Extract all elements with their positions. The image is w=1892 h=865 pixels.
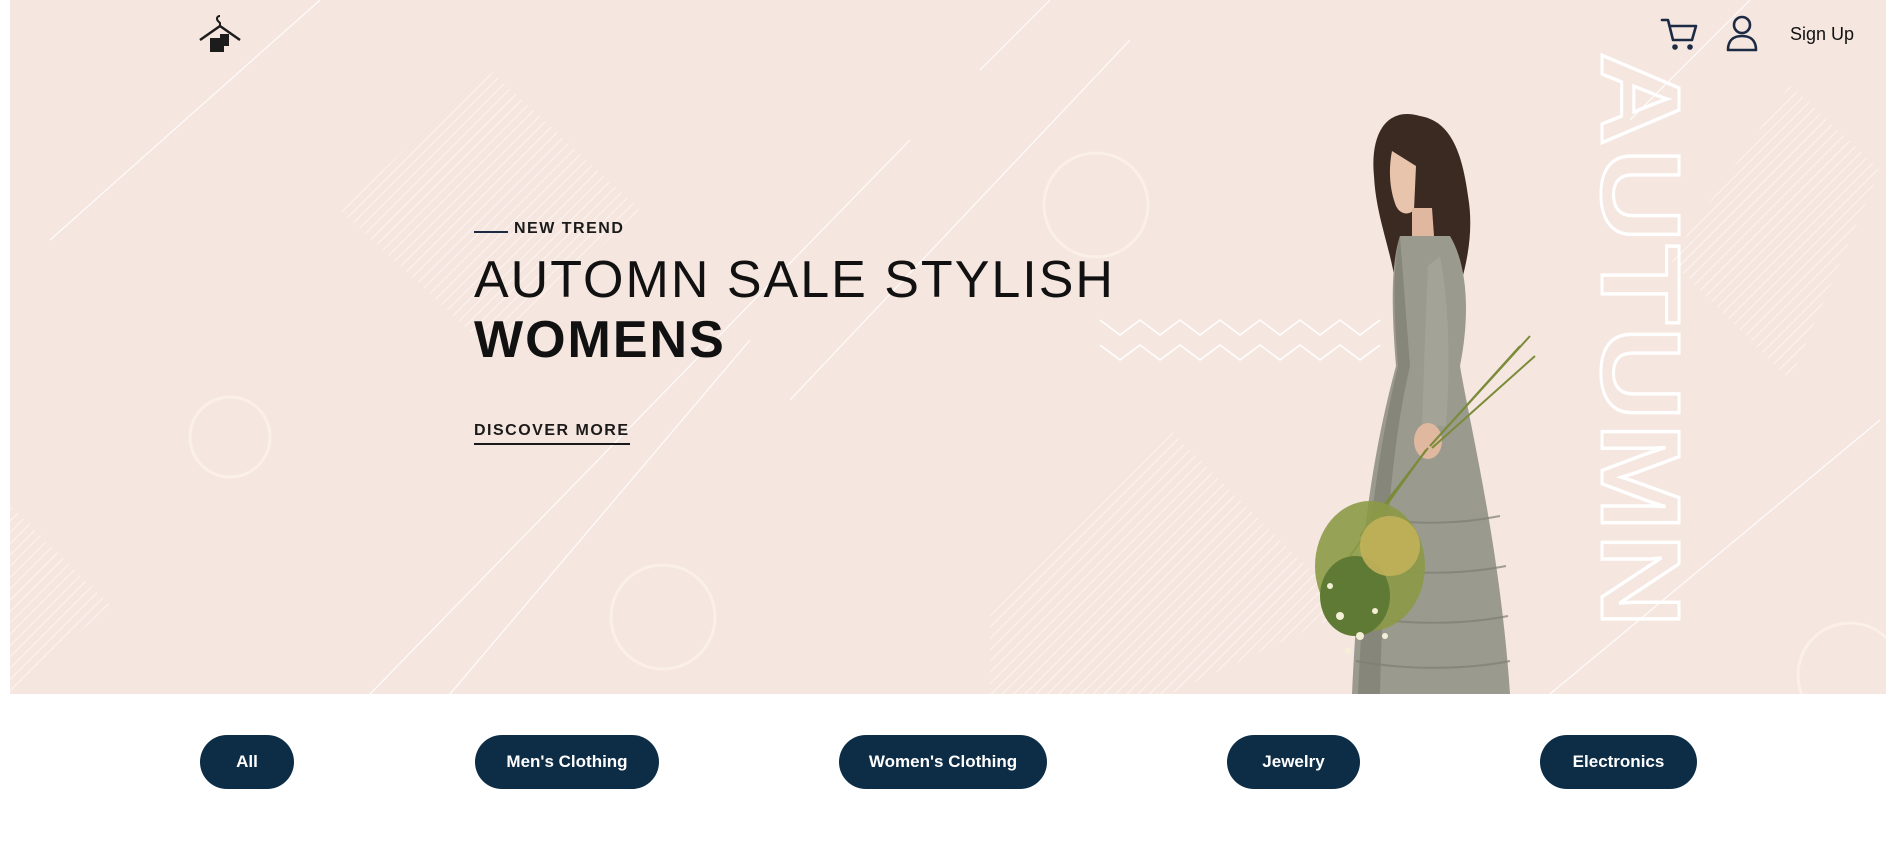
discover-more-link[interactable]: DISCOVER MORE (474, 422, 630, 445)
autumn-watermark: AUTUMN (1577, 52, 1691, 632)
category-button-jewelry[interactable]: Jewelry (1227, 735, 1360, 789)
model-image (1315, 114, 1536, 694)
category-button-womens-clothing[interactable]: Women's Clothing (839, 735, 1047, 789)
category-button-mens-clothing[interactable]: Men's Clothing (475, 735, 659, 789)
eyebrow: NEW TREND (474, 220, 1115, 238)
top-navbar: Sign Up (10, 0, 1886, 70)
signup-link[interactable]: Sign Up (1790, 24, 1854, 45)
hero-banner: AUTUMN Sign Up NEW TREND AUTOMN SALE STY… (10, 0, 1886, 694)
hero-text-block: NEW TREND AUTOMN SALE STYLISH WOMENS DIS… (474, 220, 1115, 445)
hero-headline-bold: WOMENS (474, 311, 726, 369)
hanger-icon[interactable] (198, 12, 242, 56)
cart-icon[interactable] (1660, 16, 1700, 52)
user-icon[interactable] (1725, 14, 1759, 52)
eyebrow-line (474, 231, 508, 233)
category-button-electronics[interactable]: Electronics (1540, 735, 1697, 789)
autumn-watermark-text: AUTUMN (1578, 52, 1690, 630)
eyebrow-label: NEW TREND (514, 220, 625, 237)
category-filter-bar: All Men's Clothing Women's Clothing Jewe… (0, 735, 1892, 791)
category-button-all[interactable]: All (200, 735, 294, 789)
hero-headline: AUTOMN SALE STYLISH (474, 251, 1115, 309)
